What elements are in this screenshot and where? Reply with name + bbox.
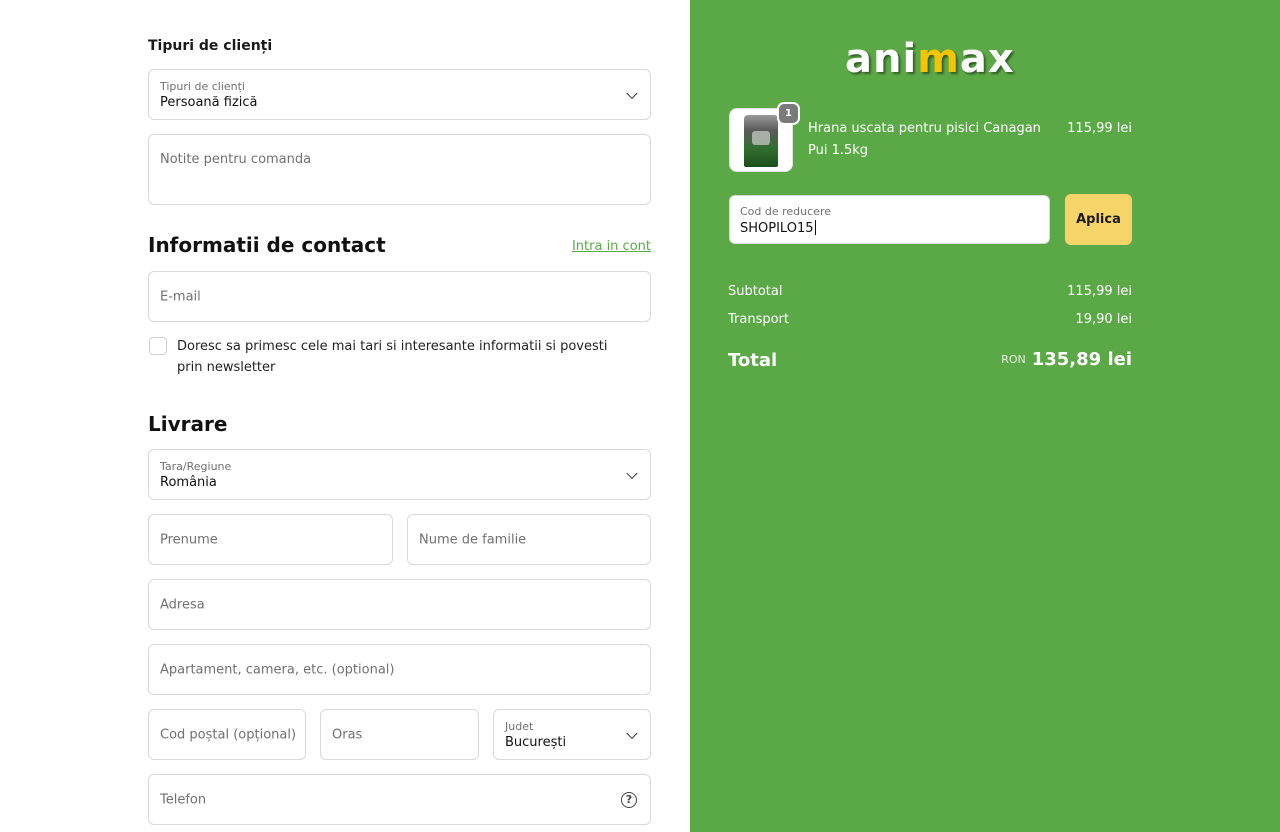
first-name-placeholder: Prenume bbox=[160, 532, 218, 547]
quantity-badge: 1 bbox=[777, 102, 800, 125]
newsletter-checkbox[interactable] bbox=[149, 337, 167, 355]
apply-discount-button[interactable]: Aplica bbox=[1065, 194, 1132, 245]
customer-type-select-label: Tipuri de clienți bbox=[160, 80, 245, 93]
country-select[interactable]: Tara/Regiune România bbox=[148, 449, 651, 500]
customer-type-heading: Tipuri de clienți bbox=[148, 38, 273, 54]
last-name-placeholder: Nume de familie bbox=[419, 532, 527, 547]
total-currency: RON bbox=[1001, 353, 1026, 366]
first-name-field[interactable]: Prenume bbox=[148, 514, 393, 565]
customer-type-select-value: Persoană fizică bbox=[160, 95, 258, 110]
county-select-label: Judet bbox=[505, 720, 534, 733]
discount-code-label: Cod de reducere bbox=[740, 205, 832, 218]
email-field[interactable]: E-mail bbox=[148, 271, 651, 322]
subtotal-label: Subtotal bbox=[728, 284, 783, 299]
login-link[interactable]: Intra in cont bbox=[572, 239, 651, 254]
animax-logo: animax bbox=[845, 36, 1015, 82]
city-placeholder: Oras bbox=[332, 727, 363, 742]
email-placeholder: E-mail bbox=[160, 289, 201, 304]
apartment-placeholder: Apartament, camera, etc. (optional) bbox=[160, 662, 395, 677]
phone-field[interactable]: Telefon ? bbox=[148, 774, 651, 825]
last-name-field[interactable]: Nume de familie bbox=[407, 514, 651, 565]
customer-type-select[interactable]: Tipuri de clienți Persoană fizică bbox=[148, 69, 651, 120]
order-notes-textarea[interactable]: Notite pentru comanda bbox=[148, 134, 651, 205]
discount-code-input[interactable]: Cod de reducere SHOPILO15 bbox=[729, 195, 1050, 244]
address-placeholder: Adresa bbox=[160, 597, 205, 612]
city-field[interactable]: Oras bbox=[320, 709, 479, 760]
total-amount: RON 135,89 lei bbox=[1001, 349, 1132, 370]
postal-code-field[interactable]: Cod poștal (opțional) bbox=[148, 709, 306, 760]
country-select-value: România bbox=[160, 475, 217, 490]
delivery-section-title: Livrare bbox=[148, 412, 228, 436]
newsletter-label: Doresc sa primesc cele mai tari si inter… bbox=[177, 339, 608, 375]
product-price: 115,99 lei bbox=[1067, 121, 1132, 136]
postal-code-placeholder: Cod poștal (opțional) bbox=[160, 727, 297, 742]
order-notes-placeholder: Notite pentru comanda bbox=[160, 152, 312, 167]
subtotal-value: 115,99 lei bbox=[1067, 284, 1132, 299]
shipping-value: 19,90 lei bbox=[1075, 312, 1132, 327]
chevron-down-icon bbox=[626, 87, 638, 99]
county-select-value: București bbox=[505, 735, 567, 750]
total-value: 135,89 lei bbox=[1031, 349, 1132, 370]
discount-code-value: SHOPILO15 bbox=[740, 220, 816, 236]
chevron-down-icon bbox=[626, 727, 638, 739]
shipping-label: Transport bbox=[728, 312, 790, 327]
product-name: Hrana uscata pentru pisici Canagan Pui 1… bbox=[808, 121, 1041, 158]
total-label: Total bbox=[728, 350, 778, 371]
question-mark-icon[interactable]: ? bbox=[621, 791, 637, 808]
phone-placeholder: Telefon bbox=[160, 792, 207, 807]
address-field[interactable]: Adresa bbox=[148, 579, 651, 630]
contact-section-title: Informatii de contact bbox=[148, 233, 386, 257]
county-select[interactable]: Judet București bbox=[493, 709, 651, 760]
checkout-form-panel: Tipuri de clienți Tipuri de clienți Pers… bbox=[0, 0, 690, 832]
cat-food-bag-image bbox=[744, 115, 778, 167]
apartment-field[interactable]: Apartament, camera, etc. (optional) bbox=[148, 644, 651, 695]
chevron-down-icon bbox=[626, 467, 638, 479]
country-select-label: Tara/Regiune bbox=[160, 460, 232, 473]
